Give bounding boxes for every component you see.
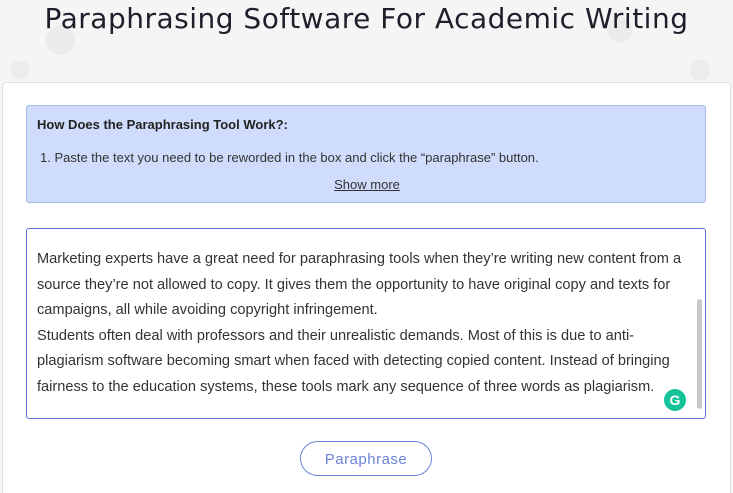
show-more-row: Show more bbox=[27, 177, 707, 192]
grammarly-icon[interactable]: G bbox=[664, 389, 686, 411]
text-input-area[interactable]: Marketing experts have a great need for … bbox=[26, 228, 706, 419]
how-it-works-title: How Does the Paraphrasing Tool Work?: bbox=[37, 117, 288, 132]
show-more-link[interactable]: Show more bbox=[334, 177, 400, 192]
page-title: Paraphrasing Software For Academic Writi… bbox=[44, 2, 689, 35]
page: Paraphrasing Software For Academic Writi… bbox=[0, 0, 733, 493]
tool-card: How Does the Paraphrasing Tool Work?: 1.… bbox=[2, 82, 731, 493]
editor-scrollbar[interactable] bbox=[697, 299, 702, 409]
paraphrase-button[interactable]: Paraphrase bbox=[300, 441, 432, 476]
input-text[interactable]: Marketing experts have a great need for … bbox=[37, 247, 697, 400]
how-it-works-panel: How Does the Paraphrasing Tool Work?: 1.… bbox=[26, 105, 706, 203]
how-it-works-step: 1. Paste the text you need to be reworde… bbox=[40, 150, 539, 165]
